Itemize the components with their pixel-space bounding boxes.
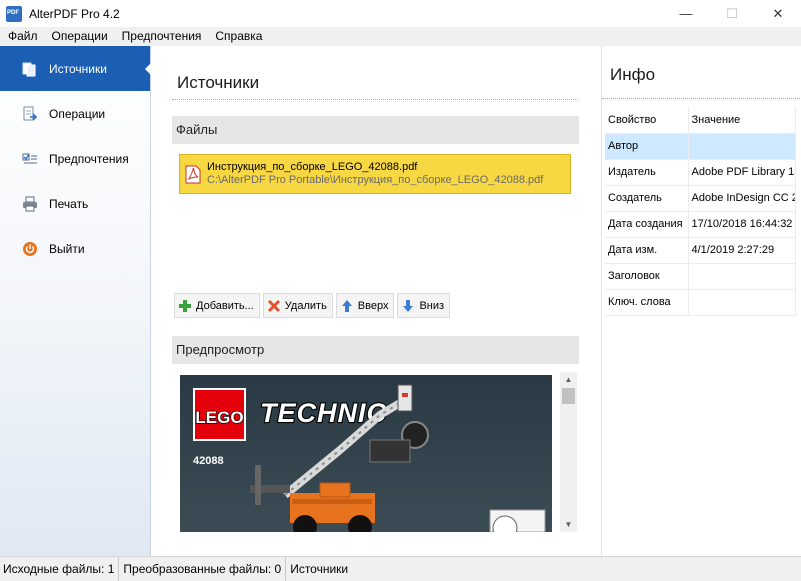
maximize-button[interactable]: ☐	[709, 0, 755, 27]
sidebar-item-label: Предпочтения	[49, 151, 129, 166]
sidebar-item-label: Выйти	[49, 241, 85, 256]
status-source-files: Исходные файлы: 1	[0, 556, 120, 581]
file-toolbar: Добавить... Удалить Вверх Вниз	[174, 293, 453, 318]
remove-button[interactable]: Удалить	[262, 293, 333, 318]
page-title: Источники	[177, 73, 260, 92]
plus-icon	[178, 299, 192, 313]
preview-image: LEGO TECHNIC 42088	[180, 375, 552, 532]
power-icon	[22, 241, 38, 257]
info-title: Инфо	[610, 65, 656, 84]
move-up-button[interactable]: Вверх	[335, 293, 395, 318]
remove-button-label: Удалить	[284, 299, 327, 312]
add-button-label: Добавить...	[196, 299, 254, 312]
minimize-button[interactable]: —	[663, 0, 709, 27]
window-title: AlterPDF Pro 4.2	[29, 6, 120, 21]
checklist-icon	[22, 151, 38, 167]
value-cell: 4/1/2019 2:27:29	[688, 237, 796, 264]
move-down-button-label: Вниз	[419, 299, 445, 312]
property-cell: Создатель	[605, 185, 689, 212]
file-name: Инструкция_по_сборке_LEGO_42088.pdf	[207, 161, 418, 173]
sidebar-item-print[interactable]: Печать	[0, 181, 150, 226]
menu-file[interactable]: Файл	[0, 27, 45, 46]
table-row[interactable]: Издатель Adobe PDF Library 15	[605, 159, 796, 186]
sidebar-item-sources[interactable]: Источники	[0, 46, 151, 91]
sidebar-item-label: Операции	[49, 106, 106, 121]
arrow-down-icon	[401, 299, 415, 313]
preview-header: Предпросмотр	[172, 336, 579, 364]
table-row[interactable]: Дата создания 17/10/2018 16:44:32	[605, 211, 796, 238]
info-table-header: Свойство Значение	[605, 107, 796, 134]
lego-logo-text: LEGO	[195, 408, 243, 427]
status-converted-files: Преобразованные файлы: 0	[119, 556, 287, 581]
pdf-file-icon	[184, 164, 202, 184]
value-cell: Adobe PDF Library 15	[688, 159, 796, 186]
scroll-down-arrow-icon[interactable]: ▼	[560, 517, 577, 532]
info-table: Свойство Значение Автор Издатель Adobe P…	[605, 107, 796, 316]
scroll-thumb[interactable]	[562, 388, 575, 404]
table-row[interactable]: Ключ. слова	[605, 289, 796, 316]
sidebar-item-operations[interactable]: Операции	[0, 91, 150, 136]
table-row[interactable]: Дата изм. 4/1/2019 2:27:29	[605, 237, 796, 264]
info-panel: Инфо Свойство Значение Автор Издатель Ad…	[601, 46, 801, 556]
title-divider	[172, 99, 578, 100]
file-list-item[interactable]: Инструкция_по_сборке_LEGO_42088.pdf C:\A…	[179, 154, 571, 194]
close-button[interactable]: ✕	[755, 0, 801, 27]
menu-preferences[interactable]: Предпочтения	[115, 27, 209, 46]
property-cell: Ключ. слова	[605, 289, 689, 316]
column-header-property[interactable]: Свойство	[605, 107, 689, 134]
sidebar-item-preferences[interactable]: Предпочтения	[0, 136, 150, 181]
file-text: Инструкция_по_сборке_LEGO_42088.pdf C:\A…	[207, 161, 543, 187]
menu-help[interactable]: Справка	[208, 27, 269, 46]
file-path: C:\AlterPDF Pro Portable\Инструкция_по_с…	[207, 174, 544, 186]
table-row[interactable]: Создатель Adobe InDesign CC 2	[605, 185, 796, 212]
move-down-button[interactable]: Вниз	[397, 293, 451, 318]
table-row[interactable]: Заголовок	[605, 263, 796, 290]
property-cell: Издатель	[605, 159, 689, 186]
value-cell	[688, 263, 796, 290]
sidebar-item-label: Источники	[49, 61, 107, 76]
property-cell: Автор	[605, 133, 689, 160]
sidebar: Источники Операции Предпочтения Печать В…	[0, 46, 151, 556]
value-cell	[688, 133, 796, 160]
table-row[interactable]: Автор	[605, 133, 796, 160]
column-header-value[interactable]: Значение	[688, 107, 796, 134]
info-divider	[602, 98, 801, 99]
window-controls: — ☐ ✕	[663, 0, 801, 27]
files-header: Файлы	[172, 116, 579, 144]
lego-logo: LEGO	[193, 388, 246, 441]
status-bar: Исходные файлы: 1 Преобразованные файлы:…	[0, 556, 801, 581]
document-arrow-icon	[22, 106, 38, 122]
value-cell: 17/10/2018 16:44:32	[688, 211, 796, 238]
app-icon	[6, 5, 22, 22]
property-cell: Дата создания	[605, 211, 689, 238]
main-panel: Источники Файлы Инструкция_по_сборке_LEG…	[152, 46, 592, 556]
title-bar: AlterPDF Pro 4.2 — ☐ ✕	[0, 0, 801, 27]
menu-operations[interactable]: Операции	[45, 27, 115, 46]
move-up-button-label: Вверх	[357, 299, 389, 312]
sidebar-item-label: Печать	[49, 196, 89, 211]
preview-scrollbar[interactable]: ▲ ▼	[560, 372, 577, 532]
scroll-up-arrow-icon[interactable]: ▲	[560, 372, 577, 387]
property-cell: Дата изм.	[605, 237, 689, 264]
sidebar-item-exit[interactable]: Выйти	[0, 226, 150, 271]
printer-icon	[22, 196, 38, 212]
value-cell	[688, 289, 796, 316]
value-cell: Adobe InDesign CC 2	[688, 185, 796, 212]
pages-icon	[22, 61, 38, 77]
set-number: 42088	[193, 455, 224, 467]
status-section: Источники	[290, 561, 349, 576]
add-button[interactable]: Добавить...	[174, 293, 260, 318]
delete-x-icon	[267, 299, 281, 313]
menu-bar: Файл Операции Предпочтения Справка	[0, 27, 801, 46]
property-cell: Заголовок	[605, 263, 689, 290]
arrow-up-icon	[340, 299, 354, 313]
